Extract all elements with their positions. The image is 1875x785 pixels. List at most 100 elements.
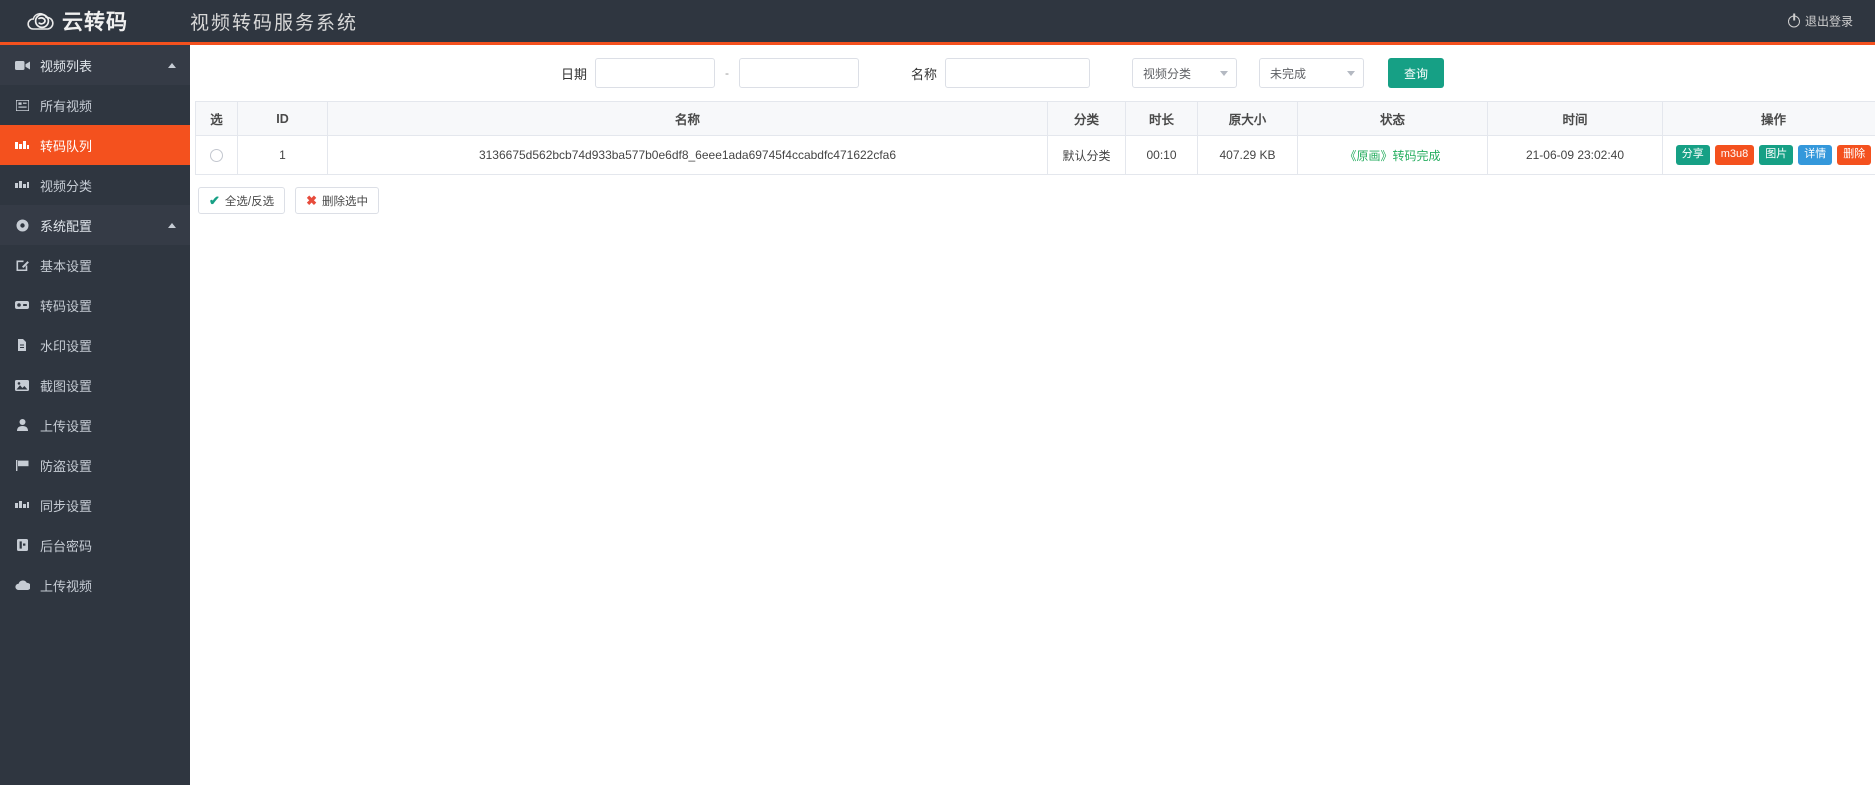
date-end-input[interactable] xyxy=(739,58,859,88)
sidebar-item-label: 视频列表 xyxy=(40,58,93,74)
sidebar-item-label: 上传设置 xyxy=(40,418,93,434)
sidebar-item-1[interactable]: 所有视频 xyxy=(0,85,190,125)
sidebar-item-label: 防盗设置 xyxy=(40,458,93,474)
flag-icon xyxy=(14,458,30,472)
sidebar-item-label: 所有视频 xyxy=(40,98,93,114)
sidebar-item-label: 系统配置 xyxy=(40,218,93,234)
name-search-input[interactable] xyxy=(945,58,1091,88)
table-area: 选 ID 名称 分类 时长 原大小 状态 时间 操作 1 3136675d562bcb74d933… xyxy=(190,101,1875,214)
watermark-icon xyxy=(14,338,30,352)
category-icon xyxy=(14,178,30,192)
row-select-cell xyxy=(195,135,238,175)
sidebar-nav: 视频列表所有视频转码队列视频分类系统配置基本设置转码设置水印设置截图设置上传设置… xyxy=(0,45,190,785)
sidebar-item-11[interactable]: 同步设置 xyxy=(0,485,190,525)
status-select-wrap: 未完成 xyxy=(1259,58,1365,88)
sidebar-item-8[interactable]: 截图设置 xyxy=(0,365,190,405)
row-actions-cell: 分享 m3u8 图片 详情 删除 xyxy=(1662,135,1875,175)
select-all-button[interactable]: ✔ 全选/反选 xyxy=(198,187,286,214)
table-column-header: 分类 xyxy=(1047,101,1126,136)
table-header-row: 选 ID 名称 分类 时长 原大小 状态 时间 操作 xyxy=(195,101,1875,136)
table-column-header: 原大小 xyxy=(1197,101,1298,136)
search-button[interactable]: 查询 xyxy=(1388,58,1445,88)
row-time-cell: 21-06-09 23:02:40 xyxy=(1487,135,1663,175)
action-button-group: 分享 m3u8 图片 详情 删除 xyxy=(1669,145,1875,165)
sidebar-item-label: 转码设置 xyxy=(40,298,93,314)
row-category-cell: 默认分类 xyxy=(1047,135,1126,175)
delete-selected-button[interactable]: ✖ 删除选中 xyxy=(295,187,380,214)
sidebar-item-label: 后台密码 xyxy=(40,538,93,554)
sidebar-item-label: 截图设置 xyxy=(40,378,93,394)
sidebar-item-5[interactable]: 基本设置 xyxy=(0,245,190,285)
page-title: 视频转码服务系统 xyxy=(190,12,359,34)
user-icon xyxy=(14,418,30,432)
category-select-wrap: 视频分类 xyxy=(1132,58,1238,88)
action-button-1[interactable]: m3u8 xyxy=(1714,145,1755,165)
sidebar-item-10[interactable]: 防盗设置 xyxy=(0,445,190,485)
select-all-label: 全选/反选 xyxy=(224,195,275,208)
sidebar-item-label: 同步设置 xyxy=(40,498,93,514)
action-button-4[interactable]: 删除 xyxy=(1837,145,1872,165)
delete-selected-label: 删除选中 xyxy=(322,195,369,208)
video-camera-icon xyxy=(14,58,30,72)
sync-icon xyxy=(14,498,30,512)
status-badge: 《原画》转码完成 xyxy=(1344,148,1441,163)
cloud-logo-icon xyxy=(26,11,56,31)
row-duration-cell: 00:10 xyxy=(1125,135,1198,175)
sidebar-item-3[interactable]: 视频分类 xyxy=(0,165,190,205)
app-root: 云转码 视频转码服务系统 退出登录 视频列表 所有视频 转码队列 视频分类 系统配置 基本… xyxy=(0,0,1875,785)
sidebar-item-label: 上传视频 xyxy=(40,578,93,594)
category-select-value: 视频分类 xyxy=(1143,66,1192,81)
action-button-3[interactable]: 详情 xyxy=(1798,145,1833,165)
sidebar-item-12[interactable]: 后台密码 xyxy=(0,525,190,565)
row-select-radio[interactable] xyxy=(210,149,223,163)
sidebar-item-6[interactable]: 转码设置 xyxy=(0,285,190,325)
gear-icon xyxy=(14,218,30,232)
bulk-actions-bar: ✔ 全选/反选 ✖ 删除选中 xyxy=(190,175,1875,214)
table-column-header: 操作 xyxy=(1662,101,1875,136)
cloud-upload-icon xyxy=(14,578,30,592)
name-filter-group: 名称 xyxy=(911,58,1091,88)
table-row: 1 3136675d562bcb74d933ba577b0e6df8_6eee1a… xyxy=(195,135,1875,175)
check-icon: ✔ xyxy=(209,192,220,208)
main-content: 日期 - 名称 视频分类 未完成 查询 选 ID 名称 分类 时长 原大小 状态… xyxy=(190,45,1875,785)
logout-label: 退出登录 xyxy=(1804,14,1853,29)
brand-logo[interactable]: 云转码 xyxy=(0,6,190,36)
top-header-bar: 云转码 视频转码服务系统 退出登录 xyxy=(0,0,1875,45)
name-label: 名称 xyxy=(911,66,938,82)
row-status-cell: 《原画》转码完成 xyxy=(1297,135,1488,175)
sidebar-item-label: 视频分类 xyxy=(40,178,93,194)
logout-button[interactable]: 退出登录 xyxy=(1787,13,1853,30)
table-column-header: 时长 xyxy=(1125,101,1198,136)
table-column-header: 选 xyxy=(195,101,238,136)
sidebar-item-0[interactable]: 视频列表 xyxy=(0,45,190,85)
action-button-0[interactable]: 分享 xyxy=(1675,145,1710,165)
sidebar-item-13[interactable]: 上传视频 xyxy=(0,565,190,605)
action-button-2[interactable]: 图片 xyxy=(1759,145,1794,165)
body-wrapper: 视频列表 所有视频 转码队列 视频分类 系统配置 基本设置 转码设置 水印设置 截图设置 上传设置… xyxy=(0,45,1875,785)
sidebar-item-label: 水印设置 xyxy=(40,338,93,354)
video-queue-table: 选 ID 名称 分类 时长 原大小 状态 时间 操作 1 3136675d562bcb74d933… xyxy=(195,101,1875,175)
date-start-input[interactable] xyxy=(595,58,715,88)
row-id-cell: 1 xyxy=(237,135,328,175)
chevron-up-icon xyxy=(168,62,176,68)
table-column-header: 名称 xyxy=(327,101,1048,136)
table-column-header: 时间 xyxy=(1487,101,1663,136)
edit-icon xyxy=(14,258,30,272)
date-label: 日期 xyxy=(560,66,587,82)
date-range-separator: - xyxy=(725,66,729,80)
table-head: 选 ID 名称 分类 时长 原大小 状态 时间 操作 xyxy=(195,101,1875,136)
list-icon xyxy=(14,98,30,112)
brand-name: 云转码 xyxy=(62,10,128,34)
sidebar-item-7[interactable]: 水印设置 xyxy=(0,325,190,365)
sidebar-item-4[interactable]: 系统配置 xyxy=(0,205,190,245)
table-column-header: 状态 xyxy=(1297,101,1488,136)
sidebar-item-2[interactable]: 转码队列 xyxy=(0,125,190,165)
chevron-up-icon xyxy=(168,222,176,228)
queue-icon xyxy=(14,138,30,152)
status-select-value: 未完成 xyxy=(1270,66,1307,81)
chevron-down-icon xyxy=(1220,71,1229,76)
chevron-down-icon xyxy=(1347,71,1356,76)
date-filter-group: 日期 - xyxy=(561,58,859,88)
password-icon xyxy=(14,538,30,552)
sidebar-item-9[interactable]: 上传设置 xyxy=(0,405,190,445)
